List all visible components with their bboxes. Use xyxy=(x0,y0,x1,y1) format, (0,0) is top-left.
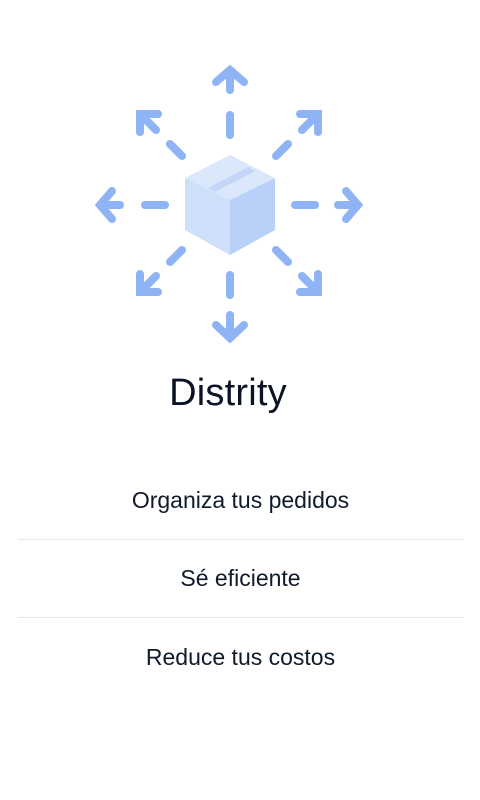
feature-item-organiza: Organiza tus pedidos xyxy=(18,462,463,540)
feature-item-eficiente: Sé eficiente xyxy=(18,540,463,618)
onboarding-screen: Distrity Organiza tus pedidos Sé eficien… xyxy=(0,0,480,800)
box-with-arrows-icon xyxy=(90,60,370,350)
feature-list: Organiza tus pedidos Sé eficiente Reduce… xyxy=(18,462,463,696)
feature-item-costos: Reduce tus costos xyxy=(145,643,336,670)
app-title: Distrity xyxy=(169,372,287,414)
